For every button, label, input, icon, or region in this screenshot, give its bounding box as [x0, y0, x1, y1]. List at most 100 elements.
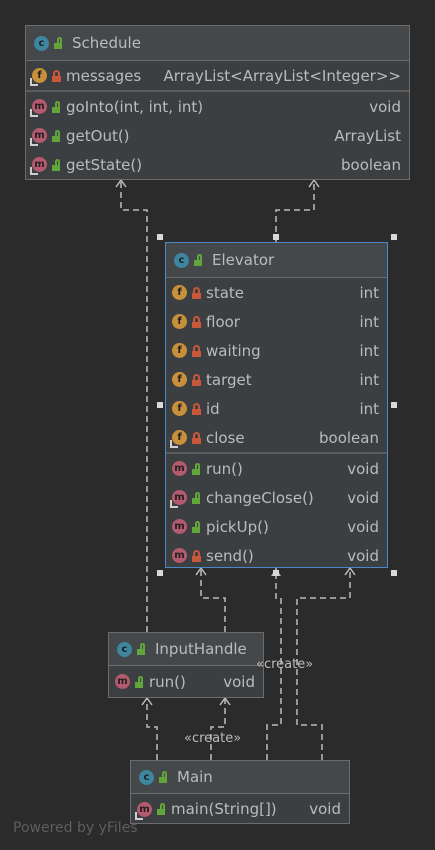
- field-name: id: [206, 399, 220, 418]
- field-type: int: [359, 312, 379, 331]
- class-inputhandle[interactable]: c InputHandle m run() void: [108, 632, 264, 698]
- public-lock-icon: [52, 100, 62, 113]
- arrowhead: [141, 696, 153, 706]
- resize-handle-s[interactable]: [273, 570, 279, 576]
- method-row[interactable]: m goInto(int, int, int) void: [26, 92, 409, 121]
- field-type: int: [359, 399, 379, 418]
- create-label: «create»: [256, 657, 314, 672]
- method-row[interactable]: m run() void: [166, 454, 387, 483]
- method-type: void: [369, 97, 401, 116]
- method-type: void: [347, 517, 379, 536]
- method-row[interactable]: m getOut() ArrayList: [26, 121, 409, 150]
- public-lock-icon: [135, 675, 145, 688]
- private-lock-icon: [192, 286, 202, 299]
- method-type: void: [347, 546, 379, 565]
- method-icon: m: [30, 99, 47, 117]
- public-lock-icon: [137, 643, 147, 655]
- public-lock-icon: [192, 462, 202, 475]
- field-type: int: [359, 341, 379, 360]
- method-icon: m: [170, 490, 187, 508]
- field-row[interactable]: f state int: [166, 278, 387, 307]
- public-lock-icon: [54, 37, 64, 49]
- private-lock-icon: [192, 344, 202, 357]
- method-name: getState(): [66, 155, 143, 174]
- method-icon: m: [172, 548, 187, 563]
- class-schedule[interactable]: c Schedule f messages ArrayList<ArrayLis…: [25, 25, 410, 180]
- method-row[interactable]: m pickUp() void: [166, 512, 387, 541]
- class-icon: c: [174, 252, 189, 268]
- field-icon: f: [172, 343, 187, 358]
- method-icon: m: [30, 157, 47, 175]
- method-icon: m: [172, 461, 187, 476]
- method-name: changeClose(): [206, 488, 314, 507]
- class-main[interactable]: c Main m main(String[]) void: [130, 760, 350, 824]
- method-name: main(String[]): [171, 800, 277, 818]
- class-title: Elevator: [212, 251, 275, 269]
- method-name: pickUp(): [206, 517, 269, 536]
- class-icon: c: [117, 641, 132, 657]
- resize-handle-w[interactable]: [157, 402, 163, 408]
- method-type: void: [223, 672, 255, 691]
- method-name: send(): [206, 546, 254, 565]
- method-type: boolean: [341, 155, 401, 174]
- class-elevator[interactable]: c Elevator f state int f floor int f wai…: [165, 242, 388, 568]
- public-lock-icon: [192, 520, 202, 533]
- resize-handle-e[interactable]: [391, 402, 397, 408]
- class-title: InputHandle: [155, 640, 247, 658]
- field-icon: f: [172, 285, 187, 300]
- resize-handle-nw[interactable]: [157, 234, 163, 240]
- private-lock-icon: [192, 431, 202, 444]
- field-row[interactable]: f close boolean: [166, 423, 387, 452]
- method-icon: m: [172, 519, 187, 534]
- method-row[interactable]: m send() void: [166, 541, 387, 570]
- method-type: void: [309, 800, 341, 818]
- field-name: waiting: [206, 341, 261, 360]
- field-icon: f: [172, 401, 187, 416]
- class-header: c InputHandle: [109, 633, 263, 666]
- method-row[interactable]: m getState() boolean: [26, 150, 409, 179]
- method-type: void: [347, 459, 379, 478]
- method-row[interactable]: m main(String[]) void: [131, 794, 349, 824]
- class-title: Schedule: [72, 34, 141, 52]
- field-row[interactable]: f floor int: [166, 307, 387, 336]
- public-lock-icon: [194, 254, 204, 266]
- field-icon: f: [172, 372, 187, 387]
- field-icon: f: [30, 68, 47, 86]
- public-lock-icon: [192, 491, 202, 504]
- method-row[interactable]: m changeClose() void: [166, 483, 387, 512]
- method-name: getOut(): [66, 126, 130, 145]
- method-type: void: [347, 488, 379, 507]
- method-type: ArrayList: [334, 126, 401, 145]
- field-row[interactable]: f target int: [166, 365, 387, 394]
- field-row[interactable]: f waiting int: [166, 336, 387, 365]
- field-row[interactable]: f id int: [166, 394, 387, 423]
- class-header: c Schedule: [26, 26, 409, 61]
- field-name: floor: [206, 312, 240, 331]
- resize-handle-se[interactable]: [391, 570, 397, 576]
- method-row[interactable]: m run() void: [109, 666, 263, 697]
- method-icon: m: [30, 128, 47, 146]
- class-icon: c: [139, 769, 154, 785]
- watermark: Powered by yFiles: [13, 820, 138, 836]
- private-lock-icon: [192, 315, 202, 328]
- dependency-main-inputhandle-a: [146, 698, 158, 760]
- resize-handle-sw[interactable]: [157, 570, 163, 576]
- field-type: int: [359, 283, 379, 302]
- field-type: int: [359, 370, 379, 389]
- private-lock-icon: [192, 373, 202, 386]
- resize-handle-n[interactable]: [273, 234, 279, 240]
- public-lock-icon: [157, 803, 167, 815]
- field-name: close: [206, 428, 245, 447]
- resize-handle-ne[interactable]: [391, 234, 397, 240]
- public-lock-icon: [52, 129, 62, 142]
- field-row[interactable]: f messages ArrayList<ArrayList<Integer>>: [26, 61, 409, 90]
- field-type: boolean: [319, 428, 379, 447]
- field-name: target: [206, 370, 252, 389]
- field-type: ArrayList<ArrayList<Integer>>: [163, 66, 401, 85]
- private-lock-icon: [192, 549, 202, 562]
- private-lock-icon: [52, 69, 62, 82]
- field-icon: f: [170, 430, 187, 448]
- method-name: run(): [206, 459, 243, 478]
- public-lock-icon: [52, 158, 62, 171]
- dependency-elevator-schedule: [275, 180, 315, 242]
